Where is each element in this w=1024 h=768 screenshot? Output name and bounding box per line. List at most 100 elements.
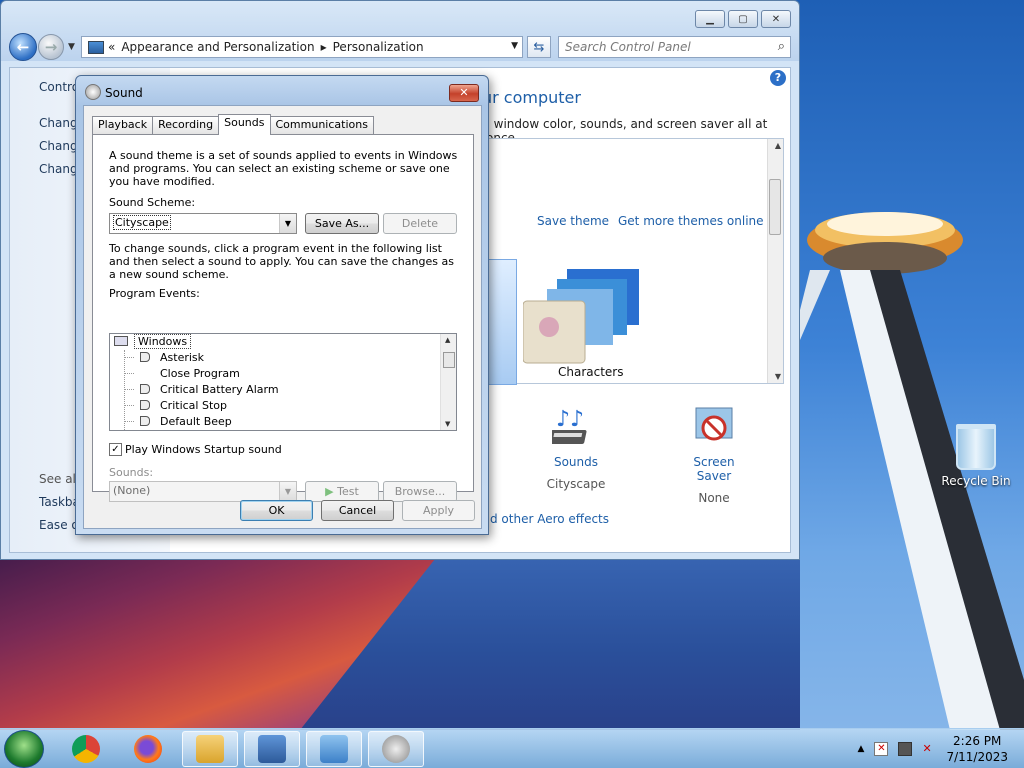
svg-text:♪♪: ♪♪ (556, 407, 584, 432)
event-group-windows[interactable]: Windows (114, 334, 192, 350)
breadcrumb-appearance[interactable]: Appearance and Personalization (121, 40, 314, 54)
firefox-icon (134, 735, 162, 763)
theme-characters-label[interactable]: Characters (558, 365, 624, 379)
screen-saver-title[interactable]: Screen Saver (676, 455, 752, 483)
tab-recording[interactable]: Recording (152, 116, 220, 135)
refresh-button[interactable]: ⇆ (527, 36, 551, 58)
event-item[interactable]: Default Beep (124, 414, 232, 430)
startup-sound-checkbox[interactable]: ✓ (109, 443, 122, 456)
breadcrumb-personalization[interactable]: Personalization (333, 40, 424, 54)
screen-saver-icon (695, 407, 733, 441)
sounds-select[interactable]: (None) ▼ (109, 481, 297, 502)
tab-strip: Playback Recording Sounds Communications (92, 114, 374, 135)
taskbar: ▲ ✕ ✕ 2:26 PM 7/11/2023 (0, 728, 1024, 768)
events-scrollbar[interactable]: ▲ ▼ (440, 334, 456, 430)
volume-muted-icon[interactable]: ✕ (922, 742, 936, 756)
event-item[interactable]: Asterisk (124, 350, 204, 366)
sounds-label: Sounds: (109, 466, 154, 479)
taskbar-remote-desktop[interactable] (244, 731, 300, 767)
breadcrumb-separator-icon[interactable]: ▸ (321, 40, 327, 54)
sound-scheme-select[interactable]: Cityscape ▼ (109, 213, 297, 234)
close-button[interactable]: ✕ (761, 10, 791, 28)
start-button[interactable] (4, 730, 44, 768)
event-item[interactable]: Critical Stop (124, 398, 227, 414)
play-icon: ▶ (325, 485, 334, 498)
save-as-button[interactable]: Save As... (305, 213, 379, 234)
event-item[interactable]: Critical Battery Alarm (124, 382, 279, 398)
screen-saver-value: None (698, 491, 730, 505)
event-item[interactable]: Close Program (124, 366, 240, 382)
speaker-icon (140, 400, 150, 410)
remote-desktop-icon (258, 735, 286, 763)
recycle-bin-icon (956, 424, 996, 470)
help-icon[interactable]: ? (770, 70, 786, 86)
browse-button[interactable]: Browse... (383, 481, 457, 502)
forward-button[interactable]: → (38, 34, 64, 60)
program-events-list[interactable]: Windows Asterisk Close Program Critical … (109, 333, 457, 431)
scroll-down-icon[interactable]: ▼ (445, 420, 450, 428)
taskbar-control-panel[interactable] (306, 731, 362, 767)
search-placeholder: Search Control Panel (565, 40, 691, 54)
scrollbar-thumb[interactable] (443, 352, 455, 368)
scroll-up-icon[interactable]: ▲ (445, 336, 450, 344)
ok-button[interactable]: OK (240, 500, 313, 521)
startup-sound-label[interactable]: Play Windows Startup sound (125, 443, 282, 456)
get-more-themes-link[interactable]: Get more themes online (618, 214, 764, 228)
scroll-down-icon[interactable]: ▼ (775, 372, 781, 381)
search-icon[interactable]: ⌕ (778, 39, 785, 54)
scroll-up-icon[interactable]: ▲ (775, 141, 781, 150)
apply-button[interactable]: Apply (402, 500, 475, 521)
search-input[interactable]: Search Control Panel ⌕ (558, 36, 791, 58)
recent-pages-dropdown-icon[interactable]: ▼ (68, 42, 75, 52)
themes-scrollbar[interactable]: ▲ ▼ (767, 139, 783, 383)
speaker-icon (85, 84, 101, 100)
taskbar-chrome[interactable] (58, 731, 114, 767)
maximize-button[interactable]: ▢ (728, 10, 758, 28)
event-label: Close Program (160, 367, 240, 380)
save-theme-link[interactable]: Save theme (537, 214, 609, 228)
event-label: Asterisk (160, 351, 205, 364)
sounds-title[interactable]: Sounds (546, 455, 606, 469)
minimize-button[interactable]: ▁ (695, 10, 725, 28)
speaker-icon (140, 384, 150, 394)
back-button[interactable]: ← (9, 33, 37, 61)
taskbar-sound[interactable] (368, 731, 424, 767)
chevron-down-icon[interactable]: ▼ (279, 482, 296, 501)
chevron-down-icon[interactable]: ▼ (279, 214, 296, 233)
aero-effects-link[interactable]: d other Aero effects (490, 512, 609, 526)
tab-communications[interactable]: Communications (269, 116, 374, 135)
window-caption-buttons: ▁ ▢ ✕ (695, 10, 791, 28)
sound-scheme-value: Cityscape (113, 215, 171, 230)
tab-playback[interactable]: Playback (92, 116, 154, 135)
clock[interactable]: 2:26 PM 7/11/2023 (946, 733, 1008, 765)
taskbar-file-explorer[interactable] (182, 731, 238, 767)
sounds-tab-page: A sound theme is a set of sounds applied… (92, 134, 474, 502)
network-icon[interactable] (898, 742, 913, 756)
address-overflow[interactable]: « (108, 40, 115, 54)
event-group-label: Windows (134, 334, 192, 349)
windows-group-icon (114, 336, 128, 346)
recycle-bin[interactable]: Recycle Bin (940, 420, 1012, 488)
sounds-shortcut[interactable]: ♪♪ Sounds Cityscape (546, 406, 606, 491)
address-dropdown-icon[interactable]: ▼ (511, 41, 518, 51)
clock-time: 2:26 PM (953, 734, 1002, 748)
action-center-icon[interactable]: ✕ (874, 742, 889, 756)
taskbar-firefox[interactable] (120, 731, 176, 767)
address-bar[interactable]: « Appearance and Personalization ▸ Perso… (81, 36, 523, 58)
recycle-bin-label: Recycle Bin (941, 474, 1011, 488)
sounds-select-value: (None) (113, 484, 151, 497)
system-tray: ▲ ✕ ✕ 2:26 PM 7/11/2023 (858, 731, 1008, 767)
cancel-button[interactable]: Cancel (321, 500, 394, 521)
show-hidden-icons-icon[interactable]: ▲ (858, 744, 865, 754)
delete-button[interactable]: Delete (383, 213, 457, 234)
test-button[interactable]: ▶ Test (305, 481, 379, 502)
theme-characters-thumbnail[interactable] (523, 265, 641, 365)
control-panel-icon (320, 735, 348, 763)
scrollbar-thumb[interactable] (769, 179, 781, 235)
themes-list: ▲ ▼ Save theme Get more themes online Ch… (482, 138, 784, 385)
dialog-close-button[interactable]: ✕ (449, 84, 479, 102)
screen-saver-shortcut[interactable]: Screen Saver None (676, 406, 752, 505)
sidebar-item-taskbar[interactable]: Taskba (39, 495, 80, 509)
tab-sounds[interactable]: Sounds (218, 114, 271, 135)
sounds-value: Cityscape (546, 477, 606, 491)
